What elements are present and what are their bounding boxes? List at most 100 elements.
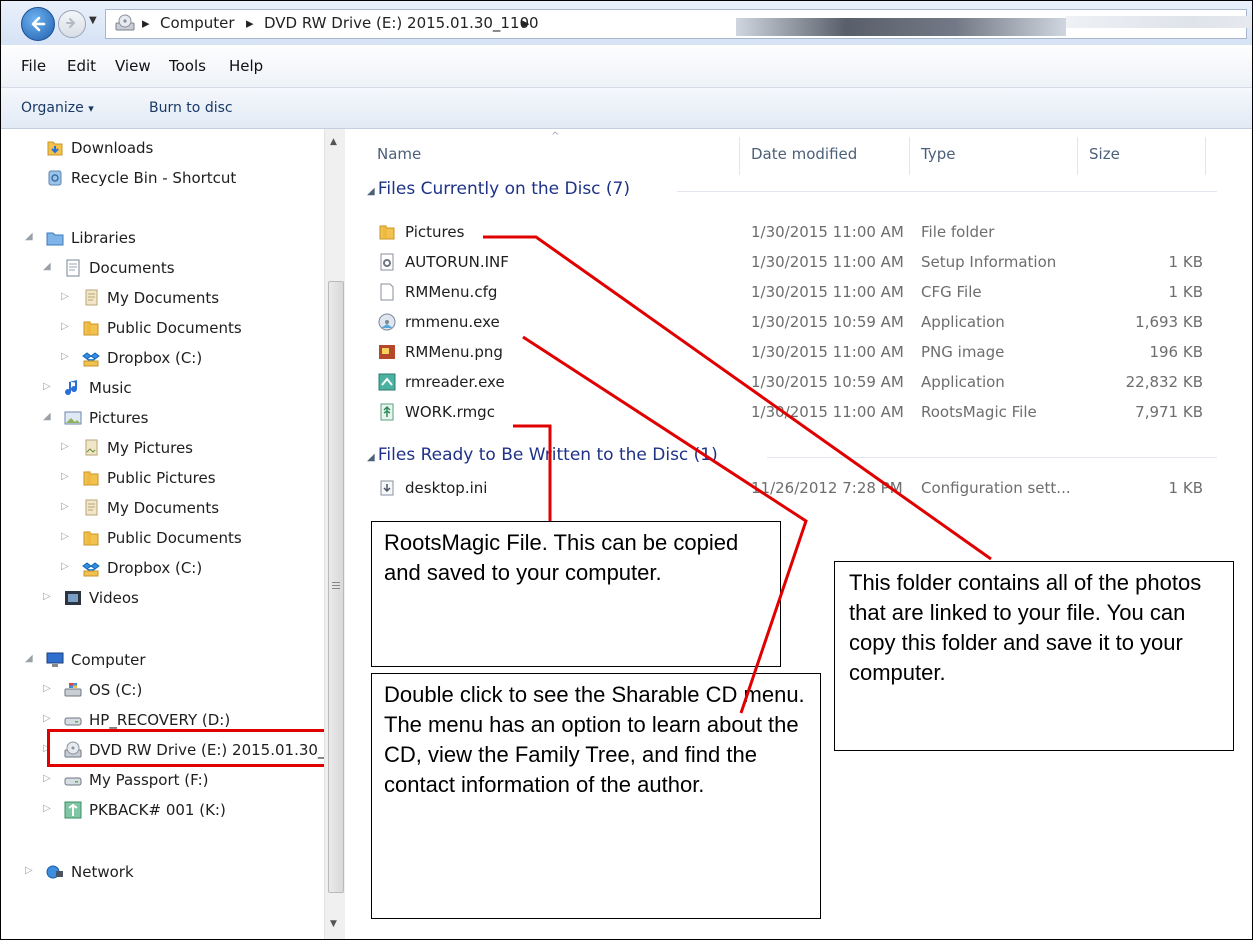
libraries-icon: [45, 228, 65, 248]
file-row[interactable]: rmmenu.exe 1/30/2015 10:59 AM Application 1…: [347, 309, 1247, 339]
crumb-computer[interactable]: Computer: [160, 14, 235, 32]
collapsed-arrow-icon[interactable]: ▷: [61, 351, 69, 362]
downloads-folder-icon: [45, 138, 65, 158]
collapsed-arrow-icon[interactable]: ▷: [43, 683, 51, 694]
png-image-icon: [377, 342, 397, 362]
column-header-date[interactable]: Date modified: [751, 145, 857, 163]
expanded-arrow-icon[interactable]: ◢: [25, 231, 33, 242]
nav-item-label: OS (C:): [89, 681, 143, 699]
setup-file-icon: [377, 252, 397, 272]
nav-item[interactable]: ▷ Public Documents: [1, 527, 321, 553]
navigation-pane: Downloads Recycle Bin - Shortcut ◢ Librarie…: [1, 129, 346, 939]
crumb-dvd-drive[interactable]: DVD RW Drive (E:) 2015.01.30_1100: [264, 14, 539, 32]
collapsed-arrow-icon[interactable]: ▷: [25, 865, 33, 876]
nav-item[interactable]: ▷ PKBACK# 001 (K:): [1, 799, 321, 825]
nav-item[interactable]: ◢ Computer: [1, 649, 321, 675]
expanded-arrow-icon[interactable]: ◢: [43, 411, 51, 422]
rmreader-app-icon: [377, 372, 397, 392]
organize-label: Organize: [21, 100, 84, 116]
nav-item[interactable]: ◢ Pictures: [1, 407, 321, 433]
collapsed-arrow-icon[interactable]: ▷: [43, 591, 51, 602]
dropbox-icon: [81, 348, 101, 368]
collapsed-arrow-icon[interactable]: ▷: [43, 713, 51, 724]
back-button[interactable]: [21, 7, 55, 41]
collapsed-arrow-icon[interactable]: ▷: [43, 773, 51, 784]
column-header-name[interactable]: Name: [377, 145, 421, 163]
scroll-down-icon[interactable]: ▼: [330, 919, 337, 929]
nav-item[interactable]: ◢ Libraries: [1, 227, 321, 253]
nav-item-label: Documents: [89, 259, 175, 277]
navigation-scrollbar[interactable]: ▲ ▼: [324, 129, 345, 939]
nav-item[interactable]: ▷ My Pictures: [1, 437, 321, 463]
menu-tools[interactable]: Tools: [169, 57, 206, 75]
nav-item[interactable]: ▷ Dropbox (C:): [1, 557, 321, 583]
menu-file[interactable]: File: [21, 57, 46, 75]
nav-item[interactable]: ◢ Documents: [1, 257, 321, 283]
collapsed-arrow-icon[interactable]: ▷: [61, 561, 69, 572]
nav-item[interactable]: ▷ My Passport (F:): [1, 769, 321, 795]
nav-item[interactable]: ▷ My Documents: [1, 497, 321, 523]
blurred-region: [1066, 16, 1252, 28]
scrollbar-thumb[interactable]: [328, 281, 344, 893]
column-divider[interactable]: [1077, 137, 1078, 175]
recent-pages-dropdown[interactable]: ▼: [89, 15, 101, 27]
collapsed-arrow-icon[interactable]: ▷: [43, 803, 51, 814]
nav-item[interactable]: Recycle Bin - Shortcut: [1, 167, 321, 193]
column-divider[interactable]: [1205, 137, 1206, 175]
collapsed-arrow-icon[interactable]: ▷: [61, 531, 69, 542]
expanded-arrow-icon[interactable]: ◢: [43, 261, 51, 272]
scroll-up-icon[interactable]: ▲: [330, 137, 337, 147]
file-row[interactable]: WORK.rmgc 1/30/2015 11:00 AM RootsMagic Fi…: [347, 399, 1247, 429]
nav-item[interactable]: ▷ OS (C:): [1, 679, 321, 705]
group-header[interactable]: ◢ Files Currently on the Disc (7): [367, 179, 630, 199]
collapsed-arrow-icon[interactable]: ▷: [61, 321, 69, 332]
nav-item[interactable]: ▷ Videos: [1, 587, 321, 613]
nav-item-label: Downloads: [71, 139, 154, 157]
burn-to-disc-button[interactable]: Burn to disc: [149, 100, 233, 116]
file-row[interactable]: AUTORUN.INF 1/30/2015 11:00 AM Setup Infor…: [347, 249, 1247, 279]
crumb-separator-icon[interactable]: ▸: [522, 14, 530, 32]
organize-button[interactable]: Organize ▾: [21, 100, 94, 116]
file-date-modified: 1/30/2015 10:59 AM: [751, 373, 904, 391]
nav-item[interactable]: ▷ Public Pictures: [1, 467, 321, 493]
nav-item[interactable]: ▷ Dropbox (C:): [1, 347, 321, 373]
nav-item[interactable]: ▷ Music: [1, 377, 321, 403]
menu-edit[interactable]: Edit: [67, 57, 96, 75]
callout-rootsmagic-file: RootsMagic File. This can be copied and …: [371, 521, 781, 667]
nav-item-label: My Passport (F:): [89, 771, 209, 789]
collapsed-arrow-icon[interactable]: ▷: [61, 441, 69, 452]
group-header[interactable]: ◢ Files Ready to Be Written to the Disc …: [367, 445, 718, 465]
collapsed-arrow-icon[interactable]: ▷: [61, 291, 69, 302]
file-name: WORK.rmgc: [405, 403, 495, 421]
file-type: Setup Information: [921, 253, 1057, 271]
column-header-type[interactable]: Type: [921, 145, 955, 163]
column-divider[interactable]: [739, 137, 740, 175]
collapse-group-icon[interactable]: ◢: [367, 186, 378, 197]
callout-sharable-cd-menu: Double click to see the Sharable CD menu…: [371, 673, 821, 919]
collapsed-arrow-icon[interactable]: ▷: [61, 501, 69, 512]
nav-item[interactable]: ▷ Network: [1, 861, 321, 887]
collapse-group-icon[interactable]: ◢: [367, 452, 378, 463]
menu-help[interactable]: Help: [229, 57, 263, 75]
nav-item[interactable]: ▷ My Documents: [1, 287, 321, 313]
forward-button[interactable]: [58, 10, 86, 38]
file-row[interactable]: RMMenu.png 1/30/2015 11:00 AM PNG image 196…: [347, 339, 1247, 369]
nav-item[interactable]: Downloads: [1, 137, 321, 163]
nav-item[interactable]: ▷ Public Documents: [1, 317, 321, 343]
collapsed-arrow-icon[interactable]: ▷: [43, 381, 51, 392]
file-name: rmmenu.exe: [405, 313, 500, 331]
file-row[interactable]: desktop.ini 11/26/2012 7:28 PM Configurati…: [347, 475, 1247, 505]
file-name: desktop.ini: [405, 479, 488, 497]
file-row[interactable]: rmreader.exe 1/30/2015 10:59 AM Applicatio…: [347, 369, 1247, 399]
menu-bar: File Edit View Tools Help: [1, 47, 1252, 88]
collapsed-arrow-icon[interactable]: ▷: [61, 471, 69, 482]
file-row[interactable]: RMMenu.cfg 1/30/2015 11:00 AM CFG File 1 KB: [347, 279, 1247, 309]
file-row[interactable]: Pictures 1/30/2015 11:00 AM File folder: [347, 219, 1247, 249]
address-field[interactable]: ▸ Computer ▸ DVD RW Drive (E:) 2015.01.3…: [105, 9, 1252, 39]
menu-view[interactable]: View: [115, 57, 151, 75]
hard-drive-icon: [63, 770, 83, 790]
column-divider[interactable]: [909, 137, 910, 175]
expanded-arrow-icon[interactable]: ◢: [25, 653, 33, 664]
column-header-size[interactable]: Size: [1089, 145, 1120, 163]
file-date-modified: 1/30/2015 11:00 AM: [751, 403, 904, 421]
